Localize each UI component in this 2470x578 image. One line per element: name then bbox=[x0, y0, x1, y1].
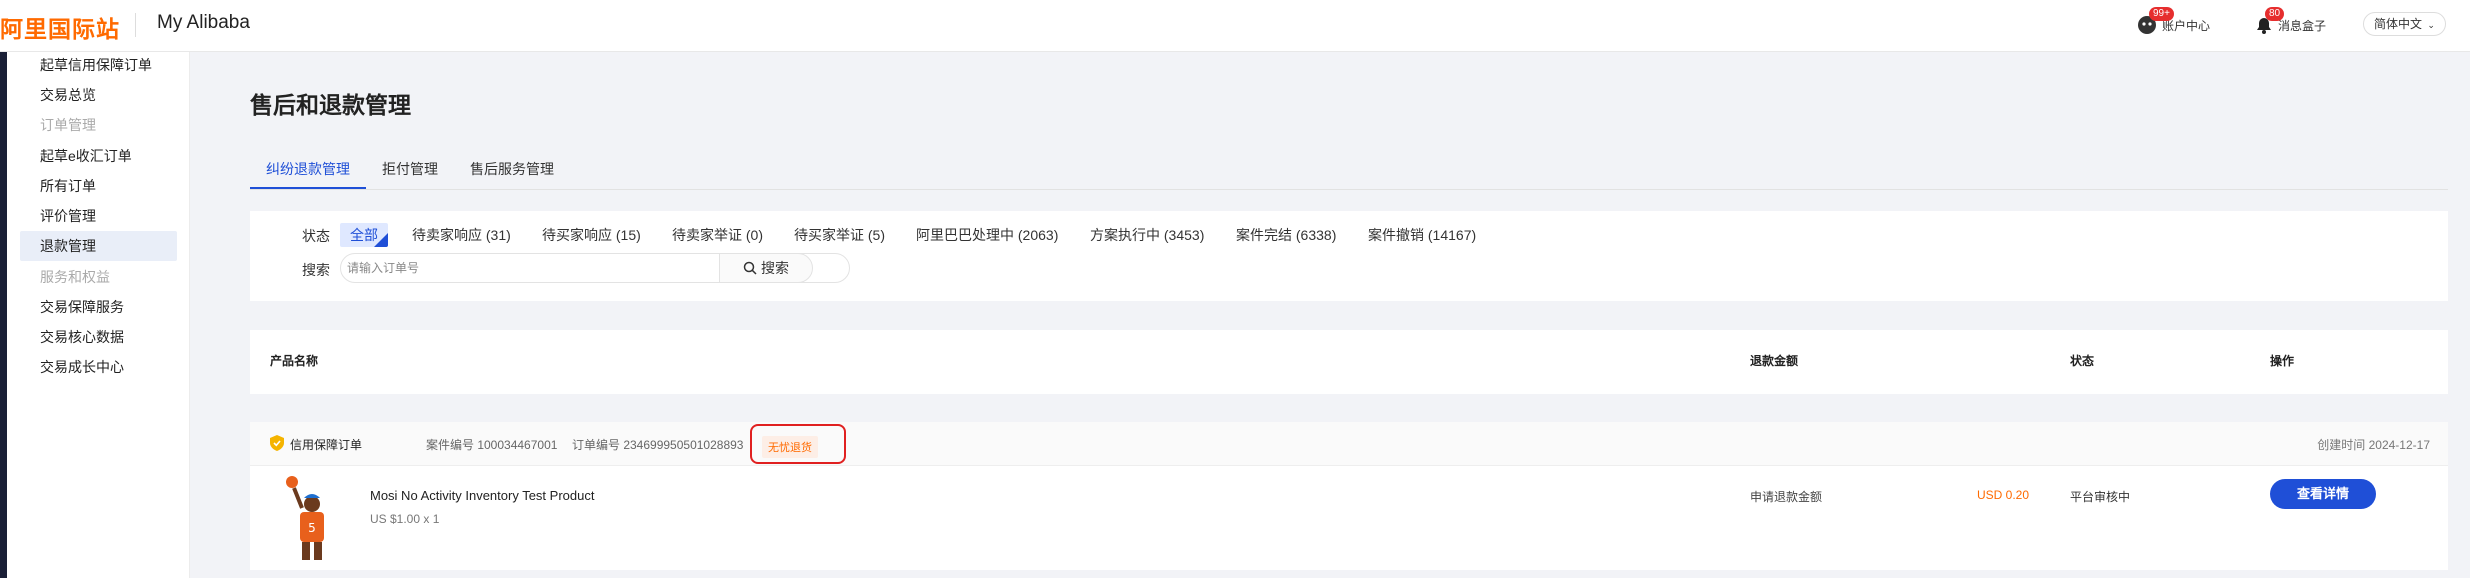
message-box-label: 消息盒子 bbox=[2278, 18, 2327, 33]
tab-chargeback[interactable]: 拒付管理 bbox=[382, 150, 438, 190]
refund-order-card: 信用保障订单 案件编号 100034467001 订单编号 2346999505… bbox=[250, 422, 2448, 570]
sidebar-item-all-orders[interactable]: 所有订单 bbox=[40, 171, 96, 201]
status-option-buyer-evidence[interactable]: 待买家举证 (5) bbox=[794, 223, 885, 247]
sidebar: 起草信用保障订单 交易总览 订单管理 起草e收汇订单 所有订单 评价管理 退款管… bbox=[7, 52, 190, 578]
svg-text:5: 5 bbox=[308, 521, 316, 535]
status-option-plan-executing[interactable]: 方案执行中 (3453) bbox=[1090, 223, 1204, 247]
sidebar-group-order-management: 订单管理 bbox=[40, 117, 96, 133]
column-actions: 操作 bbox=[2270, 354, 2295, 368]
sidebar-item-trade-core-data[interactable]: 交易核心数据 bbox=[40, 322, 124, 352]
language-label: 简体中文 bbox=[2374, 17, 2423, 31]
search-icon bbox=[743, 261, 757, 275]
search-bar: 搜索 bbox=[340, 253, 850, 283]
top-header: 阿里国际站 My Alibaba 99+ 账户中心 80 消息盒子 简体中文 ⌄ bbox=[0, 0, 2470, 52]
status-option-buyer-respond[interactable]: 待买家响应 (15) bbox=[542, 223, 641, 247]
product-name[interactable]: Mosi No Activity Inventory Test Product bbox=[370, 488, 594, 503]
chevron-down-icon: ⌄ bbox=[2427, 20, 2435, 30]
case-number: 案件编号 100034467001 bbox=[426, 438, 558, 452]
trade-assurance-shield-icon bbox=[270, 435, 284, 451]
tabs-divider bbox=[250, 189, 2448, 190]
sidebar-item-refund-management[interactable]: 退款管理 bbox=[20, 231, 177, 261]
search-button-label: 搜索 bbox=[761, 260, 789, 276]
tab-after-sales[interactable]: 售后服务管理 bbox=[470, 150, 554, 190]
account-badge: 99+ bbox=[2149, 7, 2174, 21]
sidebar-item-growth-center[interactable]: 交易成长中心 bbox=[40, 352, 124, 382]
account-center-link[interactable]: 99+ 账户中心 bbox=[2136, 7, 2210, 36]
order-row: 5 Mosi No Activity Inventory Test Produc… bbox=[250, 466, 2448, 570]
global-nav-strip bbox=[0, 52, 7, 578]
sidebar-item-reviews[interactable]: 评价管理 bbox=[40, 201, 96, 231]
sidebar-item-trade-assurance-service[interactable]: 交易保障服务 bbox=[40, 292, 124, 322]
header-divider bbox=[135, 13, 136, 37]
column-status: 状态 bbox=[2070, 354, 2095, 368]
status-option-all[interactable]: 全部 bbox=[340, 223, 388, 247]
status-option-case-withdrawn[interactable]: 案件撤销 (14167) bbox=[1368, 223, 1476, 247]
worry-free-return-tag: 无忧退货 bbox=[762, 436, 818, 458]
sidebar-item-draft-ta-order[interactable]: 起草信用保障订单 bbox=[40, 50, 152, 80]
message-box-link[interactable]: 80 消息盒子 bbox=[2252, 7, 2327, 36]
sidebar-group-services: 服务和权益 bbox=[40, 269, 110, 285]
page-title: 售后和退款管理 bbox=[250, 92, 411, 118]
account-avatar-icon: 99+ bbox=[2136, 7, 2174, 36]
product-price-qty: US $1.00 x 1 bbox=[370, 512, 440, 526]
table-header: 产品名称 退款金额 状态 操作 bbox=[250, 330, 2448, 394]
status-option-case-closed[interactable]: 案件完结 (6338) bbox=[1236, 223, 1336, 247]
bell-icon: 80 bbox=[2252, 7, 2285, 36]
tab-dispute-refund[interactable]: 纠纷退款管理 bbox=[250, 150, 366, 190]
order-number[interactable]: 订单编号 234699950501028893 bbox=[572, 436, 743, 453]
status-option-seller-evidence[interactable]: 待卖家举证 (0) bbox=[672, 223, 763, 247]
language-selector[interactable]: 简体中文 ⌄ bbox=[2363, 12, 2446, 36]
refund-amount-label: 申请退款金额 bbox=[1750, 490, 1823, 504]
sidebar-item-trade-overview[interactable]: 交易总览 bbox=[40, 80, 96, 110]
search-button[interactable]: 搜索 bbox=[719, 253, 813, 283]
alibaba-logo[interactable]: 阿里国际站 bbox=[0, 10, 120, 44]
order-type-label: 信用保障订单 bbox=[290, 438, 363, 452]
column-product-name: 产品名称 bbox=[270, 354, 319, 368]
refund-amount-value: USD 0.20 bbox=[1977, 488, 2030, 502]
search-label: 搜索 bbox=[302, 262, 330, 278]
status-filter-label: 状态 bbox=[302, 228, 330, 244]
message-badge: 80 bbox=[2265, 7, 2285, 21]
view-details-button[interactable]: 查看详情 bbox=[2270, 479, 2376, 509]
my-alibaba-title[interactable]: My Alibaba bbox=[157, 12, 250, 34]
filter-panel: 状态 全部 待卖家响应 (31) 待买家响应 (15) 待卖家举证 (0) 待买… bbox=[250, 211, 2448, 301]
order-card-header: 信用保障订单 案件编号 100034467001 订单编号 2346999505… bbox=[250, 422, 2448, 466]
sidebar-item-draft-epay-order[interactable]: 起草e收汇订单 bbox=[40, 141, 132, 171]
refund-status: 平台审核中 bbox=[2070, 490, 2131, 504]
created-time: 创建时间 2024-12-17 bbox=[2317, 438, 2430, 452]
product-image[interactable]: 5 bbox=[280, 474, 340, 564]
highlight-box: 无忧退货 bbox=[750, 424, 846, 464]
status-option-alibaba-processing[interactable]: 阿里巴巴处理中 (2063) bbox=[916, 223, 1058, 247]
column-refund-amount: 退款金额 bbox=[1750, 354, 1799, 368]
status-option-seller-respond[interactable]: 待卖家响应 (31) bbox=[412, 223, 511, 247]
